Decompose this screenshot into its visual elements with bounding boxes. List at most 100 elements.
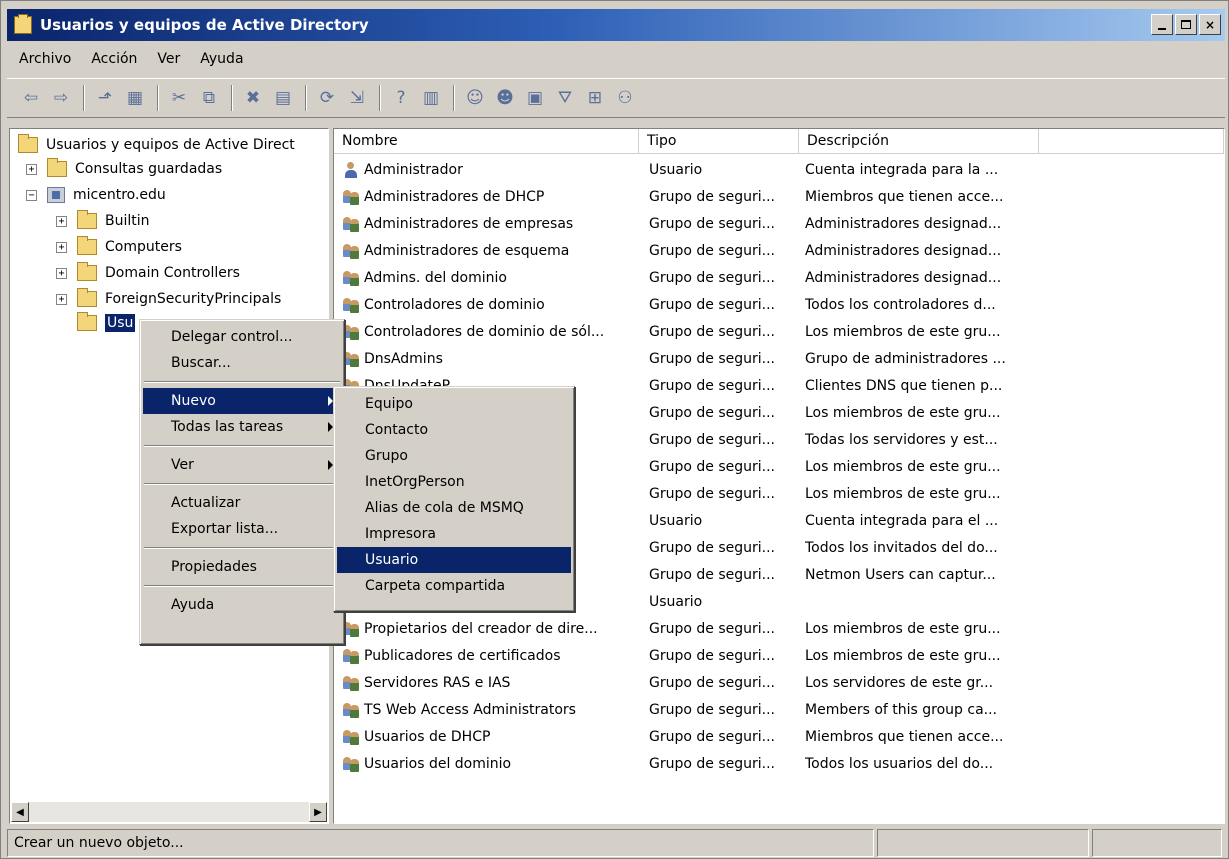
list-row[interactable]: Usuarios de DHCP Grupo de seguri... Miembr… (334, 723, 1224, 750)
expand-toggle[interactable]: + (26, 163, 37, 175)
maximize-button[interactable] (1175, 14, 1197, 35)
new-user-icon[interactable]: ☺ (463, 86, 487, 110)
cell-name: Controladores de dominio de sól... (334, 323, 639, 341)
tree-item-domain[interactable]: − micentro.edu (26, 183, 166, 207)
menu-item-usuario[interactable]: Usuario (337, 547, 571, 573)
list-row[interactable]: TS Web Access Administrators Grupo de seg… (334, 696, 1224, 723)
cell-description: Todas los servidores y est... (805, 431, 998, 448)
forward-arrow-icon[interactable]: ⇨ (49, 86, 73, 110)
list-row[interactable]: Admins. del dominio Grupo de seguri... Adm… (334, 264, 1224, 291)
collapse-toggle[interactable]: − (26, 189, 37, 201)
back-arrow-icon[interactable]: ⇦ (19, 86, 43, 110)
cell-type: Grupo de seguri... (649, 404, 775, 421)
menu-item-buscar[interactable]: Buscar... (143, 350, 341, 376)
cut-icon[interactable]: ✂ (167, 86, 191, 110)
menu-bar: Archivo Acción Ver Ayuda (7, 46, 254, 72)
cell-description: Cuenta integrada para el ... (805, 512, 999, 529)
new-ou-icon[interactable]: ▣ (523, 86, 547, 110)
show-hide-tree-icon[interactable]: ▦ (123, 86, 147, 110)
cell-type: Grupo de seguri... (649, 188, 775, 205)
close-button[interactable]: × (1199, 14, 1221, 35)
menu-item-carpeta-compartida[interactable]: Carpeta compartida (337, 573, 571, 599)
scroll-track[interactable] (29, 802, 309, 822)
menu-item-delegar-control[interactable]: Delegar control... (143, 324, 341, 350)
list-row[interactable]: Administradores de DHCP Grupo de seguri..… (334, 183, 1224, 210)
menu-ver[interactable]: Ver (147, 51, 190, 67)
scroll-left-button[interactable]: ◀ (11, 802, 29, 822)
expand-toggle[interactable]: + (56, 267, 67, 279)
column-header-name[interactable]: Nombre (334, 129, 639, 154)
export-list-icon[interactable]: ⇲ (345, 86, 369, 110)
cell-name: TS Web Access Administrators (334, 701, 639, 719)
menu-item-propiedades[interactable]: Propiedades (143, 554, 341, 580)
tree-item-label: Consultas guardadas (75, 161, 223, 177)
view-icon[interactable]: ▥ (419, 86, 443, 110)
list-header: Nombre Tipo Descripción (334, 129, 1224, 154)
menu-item-impresora[interactable]: Impresora (337, 521, 571, 547)
tree-item-users-selected[interactable]: Usu (77, 311, 136, 335)
list-row[interactable]: Propietarios del creador de dire... Grupo… (334, 615, 1224, 642)
cell-type: Grupo de seguri... (649, 701, 775, 718)
menu-item-nuevo[interactable]: Nuevo (143, 388, 341, 414)
list-row[interactable]: Publicadores de certificados Grupo de seg… (334, 642, 1224, 669)
cell-type: Grupo de seguri... (649, 323, 775, 340)
up-folder-icon[interactable]: ⬏ (93, 86, 117, 110)
tree-item-builtin[interactable]: + Builtin (56, 209, 150, 233)
list-row[interactable]: Controladores de dominio Grupo de seguri.… (334, 291, 1224, 318)
menu-item-alias-de-cola-de-msmq[interactable]: Alias de cola de MSMQ (337, 495, 571, 521)
cell-name: Administrador (334, 161, 639, 179)
menu-item-exportar-lista[interactable]: Exportar lista... (143, 516, 341, 542)
list-row[interactable]: Servidores RAS e IAS Grupo de seguri... Lo… (334, 669, 1224, 696)
menu-accion[interactable]: Acción (81, 51, 147, 67)
refresh-icon[interactable]: ⟳ (315, 86, 339, 110)
menu-item-equipo[interactable]: Equipo (337, 391, 571, 417)
tree-root[interactable]: Usuarios y equipos de Active Direct (18, 133, 295, 157)
column-header-type[interactable]: Tipo (639, 129, 799, 154)
tree-item-computers[interactable]: + Computers (56, 235, 182, 259)
row-name-text: Usuarios de DHCP (364, 728, 491, 745)
minimize-button[interactable] (1151, 14, 1173, 35)
list-row[interactable]: Administrador Usuario Cuenta integrada par… (334, 156, 1224, 183)
cell-type: Usuario (649, 593, 703, 610)
menu-ayuda[interactable]: Ayuda (190, 51, 253, 67)
menu-item-todas-las-tareas[interactable]: Todas las tareas (143, 414, 341, 440)
menu-item-ayuda[interactable]: Ayuda (143, 592, 341, 618)
add-to-group-icon[interactable]: ⊞ (583, 86, 607, 110)
tree-horizontal-scrollbar[interactable]: ◀ ▶ (11, 802, 327, 822)
list-row[interactable]: Controladores de dominio de sól... Grupo … (334, 318, 1224, 345)
help-icon[interactable]: ? (389, 86, 413, 110)
expand-toggle[interactable]: + (56, 215, 67, 227)
delete-icon[interactable]: ✖ (241, 86, 265, 110)
expand-toggle[interactable]: + (56, 293, 67, 305)
list-row[interactable]: Administradores de empresas Grupo de segu… (334, 210, 1224, 237)
tree-item-foreign-security-principals[interactable]: + ForeignSecurityPrincipals (56, 287, 281, 311)
menu-separator (144, 547, 340, 549)
properties-icon[interactable]: ▤ (271, 86, 295, 110)
menu-item-ver[interactable]: Ver (143, 452, 341, 478)
menu-item-label: Contacto (365, 422, 429, 438)
menu-item-grupo[interactable]: Grupo (337, 443, 571, 469)
cell-type: Grupo de seguri... (649, 728, 775, 745)
column-header-description[interactable]: Descripción (799, 129, 1039, 154)
menu-item-inetorgperson[interactable]: InetOrgPerson (337, 469, 571, 495)
list-row[interactable]: DnsAdmins Grupo de seguri... Grupo de admi… (334, 345, 1224, 372)
title-bar[interactable]: Usuarios y equipos de Active Directory × (7, 9, 1225, 41)
menu-archivo[interactable]: Archivo (7, 51, 81, 67)
arrow-left-icon: ◀ (16, 806, 24, 818)
new-group-icon[interactable]: ☻ (493, 86, 517, 110)
cell-type: Grupo de seguri... (649, 674, 775, 691)
tree-item-domain-controllers[interactable]: + Domain Controllers (56, 261, 240, 285)
list-row[interactable]: Administradores de esquema Grupo de segur… (334, 237, 1224, 264)
copy-icon[interactable]: ⧉ (197, 86, 221, 110)
menu-item-contacto[interactable]: Contacto (337, 417, 571, 443)
list-row[interactable]: Usuarios del dominio Grupo de seguri... To… (334, 750, 1224, 777)
filter-icon[interactable]: ⛛ (553, 86, 577, 110)
group-icon (342, 728, 360, 746)
cell-type: Usuario (649, 161, 703, 178)
scroll-right-button[interactable]: ▶ (309, 802, 327, 822)
delegate-icon[interactable]: ⚇ (613, 86, 637, 110)
cell-type: Grupo de seguri... (649, 458, 775, 475)
expand-toggle[interactable]: + (56, 241, 67, 253)
tree-item-saved-queries[interactable]: + Consultas guardadas (26, 157, 222, 181)
menu-item-actualizar[interactable]: Actualizar (143, 490, 341, 516)
